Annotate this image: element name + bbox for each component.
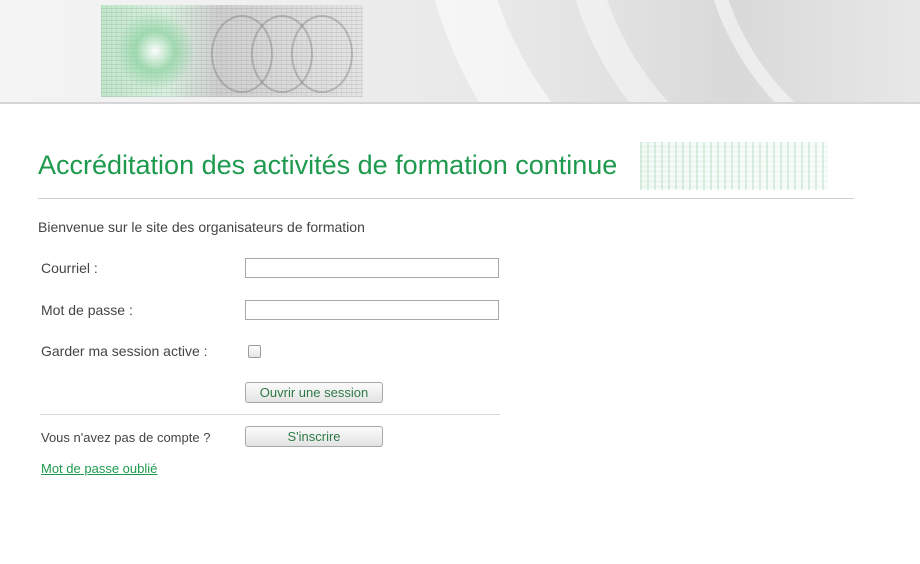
title-decoration-image [640,142,828,190]
header-banner [0,0,920,104]
logo-ring [291,15,353,93]
signup-button[interactable]: S'inscrire [245,426,383,447]
forgot-password-link[interactable]: Mot de passe oublié [41,461,157,476]
logo-glow [115,11,195,91]
welcome-text: Bienvenue sur le site des organisateurs … [38,219,365,235]
title-divider [38,198,854,199]
remember-session-checkbox[interactable] [248,345,261,358]
banner-logo-image [101,5,363,97]
email-field[interactable] [245,258,499,278]
password-label: Mot de passe : [41,302,133,318]
password-field[interactable] [245,300,499,320]
form-divider [40,414,500,415]
email-label: Courriel : [41,260,98,276]
remember-session-label: Garder ma session active : [41,343,208,359]
signup-prompt: Vous n'avez pas de compte ? [41,430,211,445]
login-button[interactable]: Ouvrir une session [245,382,383,403]
page-title: Accréditation des activités de formation… [38,150,618,180]
